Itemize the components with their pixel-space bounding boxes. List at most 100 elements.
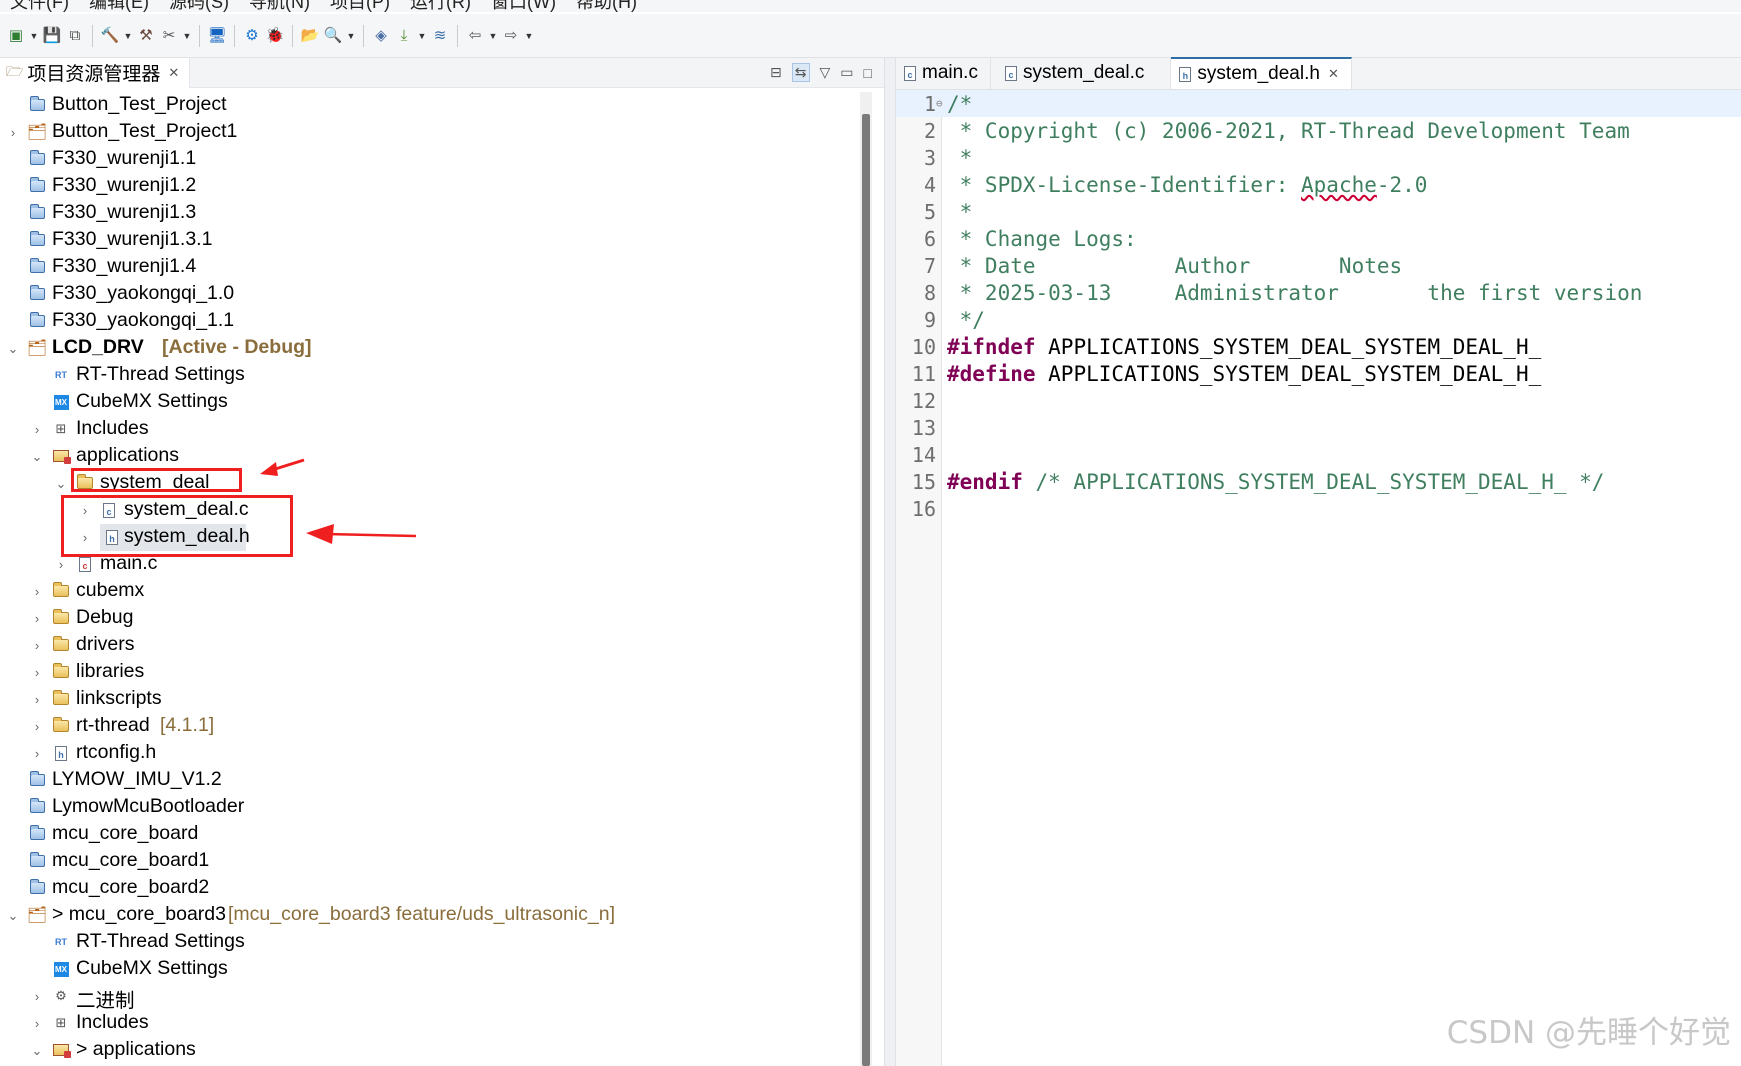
- tree-item-project[interactable]: LymowMcuBootloader: [0, 794, 860, 821]
- build-icon[interactable]: 🔨: [100, 26, 120, 46]
- minimize-icon[interactable]: ▭: [840, 64, 853, 81]
- chevron-down-icon[interactable]: ▼: [488, 26, 498, 46]
- debug-settings-icon[interactable]: ⚙: [242, 26, 262, 46]
- tree-item-project[interactable]: F330_wurenji1.1: [0, 146, 860, 173]
- chevron-right-icon[interactable]: ›: [30, 983, 44, 1010]
- tree-item-folder[interactable]: › drivers: [0, 632, 860, 659]
- link-with-editor-icon[interactable]: ⇆: [791, 63, 810, 82]
- debug-icon[interactable]: 🐞: [265, 26, 285, 46]
- tree-item-binaries[interactable]: › ⚙ 二进制: [0, 983, 860, 1012]
- explorer-scrollbar[interactable]: [860, 92, 872, 1066]
- code-line[interactable]: 8 * 2025-03-13 Administrator the first v…: [896, 279, 1741, 306]
- chevron-right-icon[interactable]: ›: [30, 659, 44, 686]
- code-line[interactable]: 5 *: [896, 198, 1741, 225]
- code-line[interactable]: 16: [896, 495, 1741, 522]
- tree-item-project[interactable]: Button_Test_Project: [0, 92, 860, 119]
- tree-item-folder[interactable]: ⌄ applications: [0, 443, 860, 470]
- code-line[interactable]: 2 * Copyright (c) 2006-2021, RT-Thread D…: [896, 117, 1741, 144]
- tree-item-folder[interactable]: › cubemx: [0, 578, 860, 605]
- chevron-right-icon[interactable]: ›: [6, 119, 20, 146]
- chevron-down-icon[interactable]: ▼: [346, 26, 356, 46]
- tree-item-includes[interactable]: › ⊞ Includes: [0, 416, 860, 443]
- chevron-down-icon[interactable]: ⌄: [6, 902, 20, 929]
- tree-item-cubemx-settings[interactable]: MX CubeMX Settings: [0, 389, 860, 416]
- chevron-right-icon[interactable]: ›: [30, 578, 44, 605]
- tree-item-project[interactable]: › 🗂 Button_Test_Project1: [0, 119, 860, 146]
- tree-item-rt-thread-settings[interactable]: RT RT-Thread Settings: [0, 362, 860, 389]
- code-line[interactable]: 6 * Change Logs:: [896, 225, 1741, 252]
- chevron-down-icon[interactable]: ▼: [524, 26, 534, 46]
- chevron-right-icon[interactable]: ›: [30, 713, 44, 740]
- code-line[interactable]: 7 * Date Author Notes: [896, 252, 1741, 279]
- tree-item-includes[interactable]: › ⊞ Includes: [0, 1010, 860, 1037]
- chevron-down-icon[interactable]: ▼: [123, 26, 133, 46]
- explorer-tab[interactable]: 🗁 项目资源管理器 ✕: [0, 57, 191, 88]
- tab-main-c[interactable]: c main.c: [896, 57, 991, 89]
- chevron-right-icon[interactable]: ›: [30, 740, 44, 767]
- code-line[interactable]: 1 ⊖ /*: [896, 90, 1741, 117]
- code-line[interactable]: 14: [896, 441, 1741, 468]
- tree-item-project[interactable]: F330_wurenji1.3.1: [0, 227, 860, 254]
- tree-item-project[interactable]: F330_wurenji1.2: [0, 173, 860, 200]
- menu-file[interactable]: 文件(F): [10, 0, 69, 14]
- code-line[interactable]: 12: [896, 387, 1741, 414]
- menu-source[interactable]: 源码(S): [169, 0, 229, 14]
- menu-help[interactable]: 帮助(H): [576, 0, 637, 14]
- chevron-down-icon[interactable]: ⌄: [30, 443, 44, 470]
- tree-item-project[interactable]: F330_yaokongqi_1.1: [0, 308, 860, 335]
- package-icon[interactable]: ◈: [371, 26, 391, 46]
- code-line[interactable]: 10 #ifndef APPLICATIONS_SYSTEM_DEAL_SYST…: [896, 333, 1741, 360]
- tree-item-folder[interactable]: ⌄ > applications: [0, 1037, 860, 1064]
- chevron-right-icon[interactable]: ›: [30, 1010, 44, 1037]
- code-line[interactable]: 9 */: [896, 306, 1741, 333]
- tree-item-project[interactable]: F330_wurenji1.3: [0, 200, 860, 227]
- menu-navigate[interactable]: 导航(N): [249, 0, 310, 14]
- chevron-down-icon[interactable]: ⌄: [6, 335, 20, 362]
- tree-item-active-project[interactable]: ⌄ 🗂 LCD_DRV [Active - Debug]: [0, 335, 860, 362]
- chevron-down-icon[interactable]: ⌄: [30, 1037, 44, 1064]
- code-line[interactable]: 15 #endif /* APPLICATIONS_SYSTEM_DEAL_SY…: [896, 468, 1741, 495]
- code-line[interactable]: 11 #define APPLICATIONS_SYSTEM_DEAL_SYST…: [896, 360, 1741, 387]
- tree-item-folder[interactable]: › linkscripts: [0, 686, 860, 713]
- layers-icon[interactable]: ≋: [430, 26, 450, 46]
- download-icon[interactable]: ⤓: [394, 26, 414, 46]
- chevron-right-icon[interactable]: ›: [30, 605, 44, 632]
- chevron-right-icon[interactable]: ›: [30, 632, 44, 659]
- panel-splitter[interactable]: [884, 58, 896, 1066]
- tree-item-project[interactable]: F330_yaokongqi_1.0: [0, 281, 860, 308]
- back-icon[interactable]: ⇦: [465, 26, 485, 46]
- maximize-icon[interactable]: □: [864, 65, 872, 81]
- open-folder-icon[interactable]: 📂: [300, 26, 320, 46]
- menu-run[interactable]: 运行(R): [410, 0, 471, 14]
- tab-system-deal-h[interactable]: h system_deal.h ✕: [1171, 57, 1352, 89]
- tab-system-deal-c[interactable]: c system_deal.c: [991, 57, 1172, 89]
- menu-edit[interactable]: 编辑(E): [89, 0, 149, 14]
- chevron-down-icon[interactable]: ⌄: [54, 470, 68, 497]
- chevron-down-icon[interactable]: ▼: [182, 26, 192, 46]
- save-all-icon[interactable]: ⧉: [65, 26, 85, 46]
- tree-item-project[interactable]: ⌄ 🗂 > mcu_core_board3 [mcu_core_board3 f…: [0, 902, 860, 929]
- new-icon[interactable]: ▣: [6, 26, 26, 46]
- tree-item-project[interactable]: mcu_core_board1: [0, 848, 860, 875]
- menu-project[interactable]: 项目(P): [330, 0, 390, 14]
- close-icon[interactable]: ✕: [1328, 66, 1339, 82]
- chevron-right-icon[interactable]: ›: [30, 686, 44, 713]
- clean-icon[interactable]: ✂: [159, 26, 179, 46]
- tree-item-project[interactable]: LYMOW_IMU_V1.2: [0, 767, 860, 794]
- tree-item-folder[interactable]: › libraries: [0, 659, 860, 686]
- collapse-all-icon[interactable]: ⊟: [770, 64, 782, 81]
- close-icon[interactable]: ✕: [168, 65, 179, 81]
- scrollbar-thumb[interactable]: [862, 114, 870, 1066]
- chevron-down-icon[interactable]: ▼: [29, 26, 39, 46]
- menu-window[interactable]: 窗口(W): [491, 0, 556, 14]
- code-line[interactable]: 3 *: [896, 144, 1741, 171]
- tree-item-project[interactable]: mcu_core_board2: [0, 875, 860, 902]
- forward-icon[interactable]: ⇨: [501, 26, 521, 46]
- code-line[interactable]: 13: [896, 414, 1741, 441]
- tree-item-folder[interactable]: › rt-thread [4.1.1]: [0, 713, 860, 740]
- fold-collapse-icon[interactable]: ⊖: [936, 97, 943, 110]
- save-icon[interactable]: 💾: [42, 26, 62, 46]
- tree-item-cubemx-settings[interactable]: MX CubeMX Settings: [0, 956, 860, 983]
- chevron-down-icon[interactable]: ▼: [417, 26, 427, 46]
- chevron-right-icon[interactable]: ›: [30, 416, 44, 443]
